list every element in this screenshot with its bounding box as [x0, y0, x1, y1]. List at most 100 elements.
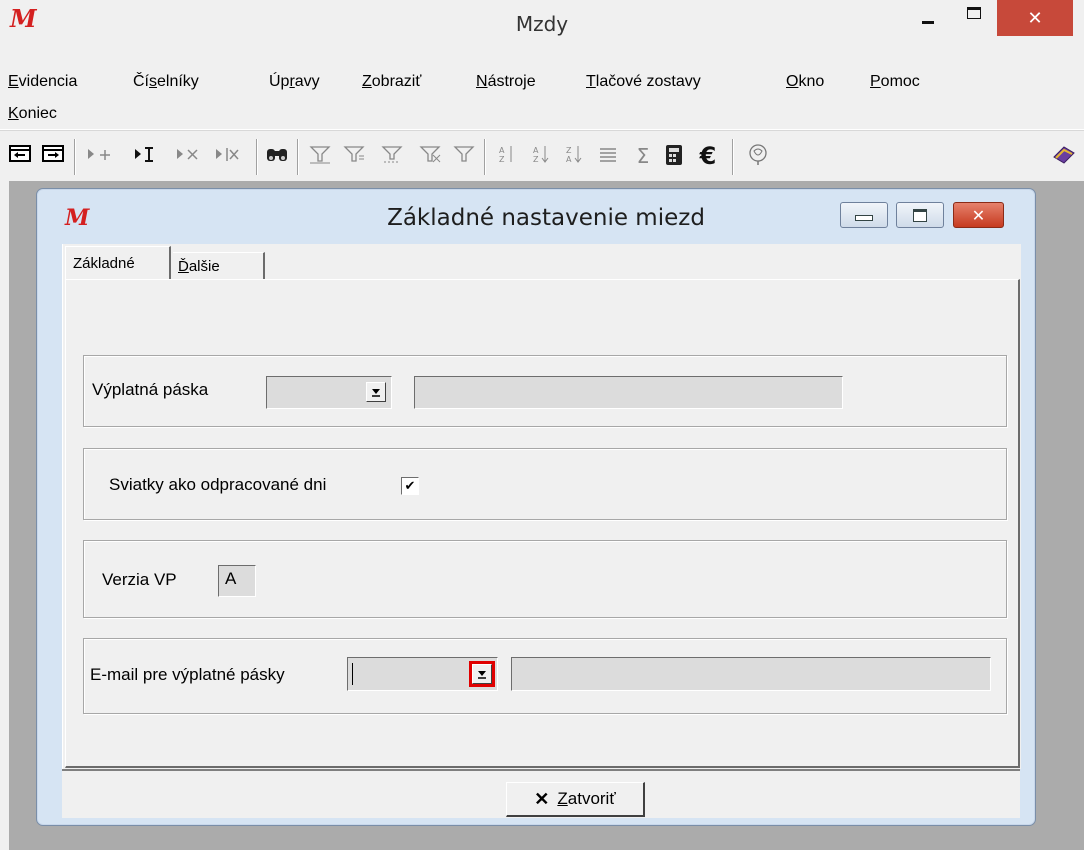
workspace-edge	[0, 181, 9, 850]
close-button[interactable]: ✕	[997, 0, 1073, 36]
menu-accel: s	[149, 73, 157, 90]
toolbar-separator	[484, 139, 485, 175]
svg-text:A: A	[566, 155, 572, 164]
svg-text:A: A	[499, 146, 505, 155]
tab-dalsie-label: alšie	[188, 257, 220, 275]
verzia-vp-label: Verzia VP	[102, 570, 177, 589]
menu-label: avy	[294, 73, 320, 90]
dialog-footer: ✕ Zatvoriť	[62, 769, 1020, 818]
menu-label: Úp	[269, 73, 290, 90]
record-insert-icon[interactable]	[133, 143, 167, 169]
close-dialog-button[interactable]: ✕ Zatvoriť	[506, 782, 645, 817]
tab-accel: Ď	[178, 257, 189, 275]
menu-accel: N	[476, 73, 488, 90]
sum-icon[interactable]: Σ	[630, 143, 656, 169]
menu-label: ástroje	[487, 73, 536, 90]
checkmark-icon: ✔	[404, 478, 416, 494]
menu-koniec[interactable]: Koniec	[8, 105, 57, 123]
svg-text:Z: Z	[566, 146, 572, 155]
text-cursor	[352, 663, 353, 685]
svg-text:A: A	[533, 146, 539, 155]
sort-az-icon[interactable]: AZ	[496, 143, 522, 169]
menu-label: obraziť	[371, 73, 422, 90]
record-add-icon[interactable]	[86, 143, 124, 169]
close-dialog-label: atvoriť	[567, 789, 616, 808]
menu-accel: O	[786, 73, 799, 90]
maximize-icon	[967, 7, 981, 19]
group-verzia-vp: Verzia VP A	[83, 540, 1007, 618]
filter-a-icon[interactable]	[308, 143, 334, 169]
menu-label: elníky	[157, 73, 199, 90]
tab-zakladne[interactable]: Základné	[65, 246, 171, 279]
book-icon[interactable]	[1050, 143, 1076, 169]
chevron-down-icon	[372, 389, 380, 397]
filter-e-icon[interactable]	[452, 143, 478, 169]
email-description	[511, 657, 991, 691]
menu-accel: T	[586, 73, 596, 90]
menu-tlacove-zostavy[interactable]: Tlačové zostavy	[586, 73, 701, 91]
button-accel: Z	[557, 789, 568, 808]
tree-icon[interactable]	[745, 143, 771, 169]
menu-bar: Evidencia Číselníky Úpravy Zobraziť Nást…	[0, 45, 1084, 129]
email-combo[interactable]	[347, 657, 498, 691]
menu-upravy[interactable]: Úpravy	[269, 73, 320, 91]
maximize-button[interactable]	[951, 0, 997, 36]
email-label: E-mail pre výplatné pásky	[90, 665, 285, 684]
sort-az2-icon[interactable]: AZ	[530, 143, 556, 169]
minimize-button[interactable]	[905, 0, 951, 36]
menu-label: omoc	[880, 73, 920, 90]
record-cut-icon[interactable]	[214, 143, 246, 169]
record-first-icon[interactable]	[9, 143, 35, 169]
euro-glyph: €	[699, 142, 717, 170]
dialog-maximize-button[interactable]	[896, 202, 944, 228]
menu-okno[interactable]: Okno	[786, 73, 824, 91]
menu-ciselniky[interactable]: Číselníky	[133, 73, 199, 91]
close-icon: ✕	[971, 205, 986, 225]
filter-b-icon[interactable]	[342, 143, 368, 169]
vyplatna-paska-label: Výplatná páska	[92, 380, 209, 399]
calculator-icon[interactable]	[662, 143, 688, 169]
tab-panel: Výplatná páska Sviatky ako odpracované d…	[65, 279, 1020, 768]
dialog-minimize-button[interactable]	[840, 202, 888, 228]
binoculars-icon[interactable]	[265, 143, 291, 169]
group-email: E-mail pre výplatné pásky	[83, 638, 1007, 714]
tab-zakladne-label: Základné	[73, 254, 135, 272]
filter-c-icon[interactable]	[380, 143, 406, 169]
menu-label: lačové zostavy	[595, 73, 701, 90]
menu-evidencia[interactable]: Evidencia	[8, 73, 77, 91]
sviatky-label: Sviatky ako odpracované dni	[109, 475, 327, 494]
sviatky-checkbox[interactable]: ✔	[401, 477, 419, 495]
restore-icon	[913, 208, 927, 222]
sort-za-icon[interactable]: ZA	[563, 143, 589, 169]
toolbar-separator	[74, 139, 75, 175]
menu-label: Čí	[133, 73, 149, 90]
record-last-icon[interactable]	[42, 143, 68, 169]
menu-pomoc[interactable]: Pomoc	[870, 73, 920, 91]
toolbar-separator	[732, 139, 733, 175]
menu-accel: E	[8, 73, 19, 90]
menu-label: videncia	[18, 73, 78, 90]
menu-accel: K	[8, 105, 19, 122]
close-icon: ✕	[1027, 7, 1043, 29]
menu-accel: P	[870, 73, 881, 90]
settings-dialog: M Základné nastavenie miezd ✕ Výplatná p…	[36, 188, 1036, 826]
menu-nastroje[interactable]: Nástroje	[476, 73, 536, 91]
group-sviatky: Sviatky ako odpracované dni ✔	[83, 448, 1007, 520]
toolbar: AZ AZ ZA Σ €	[0, 130, 1084, 182]
filter-d-icon[interactable]	[418, 143, 444, 169]
list-icon[interactable]	[596, 143, 622, 169]
vyplatna-paska-combo[interactable]	[266, 376, 392, 409]
dialog-title-bar: M Základné nastavenie miezd ✕	[37, 189, 1035, 239]
dialog-body: Výplatná páska Sviatky ako odpracované d…	[62, 244, 1021, 769]
minimize-icon	[922, 20, 934, 24]
verzia-vp-field[interactable]: A	[218, 565, 256, 597]
sum-glyph: Σ	[636, 144, 650, 168]
menu-label: kno	[798, 73, 825, 90]
vyplatna-paska-dropdown-button[interactable]	[366, 382, 386, 402]
dialog-close-button[interactable]: ✕	[953, 202, 1004, 228]
menu-zobrazit[interactable]: Zobraziť	[362, 73, 421, 91]
tab-dalsie[interactable]: Ďalšie	[173, 252, 265, 279]
record-delete-icon[interactable]	[175, 143, 207, 169]
email-dropdown-button[interactable]	[472, 664, 492, 684]
euro-icon[interactable]: €	[695, 142, 721, 170]
